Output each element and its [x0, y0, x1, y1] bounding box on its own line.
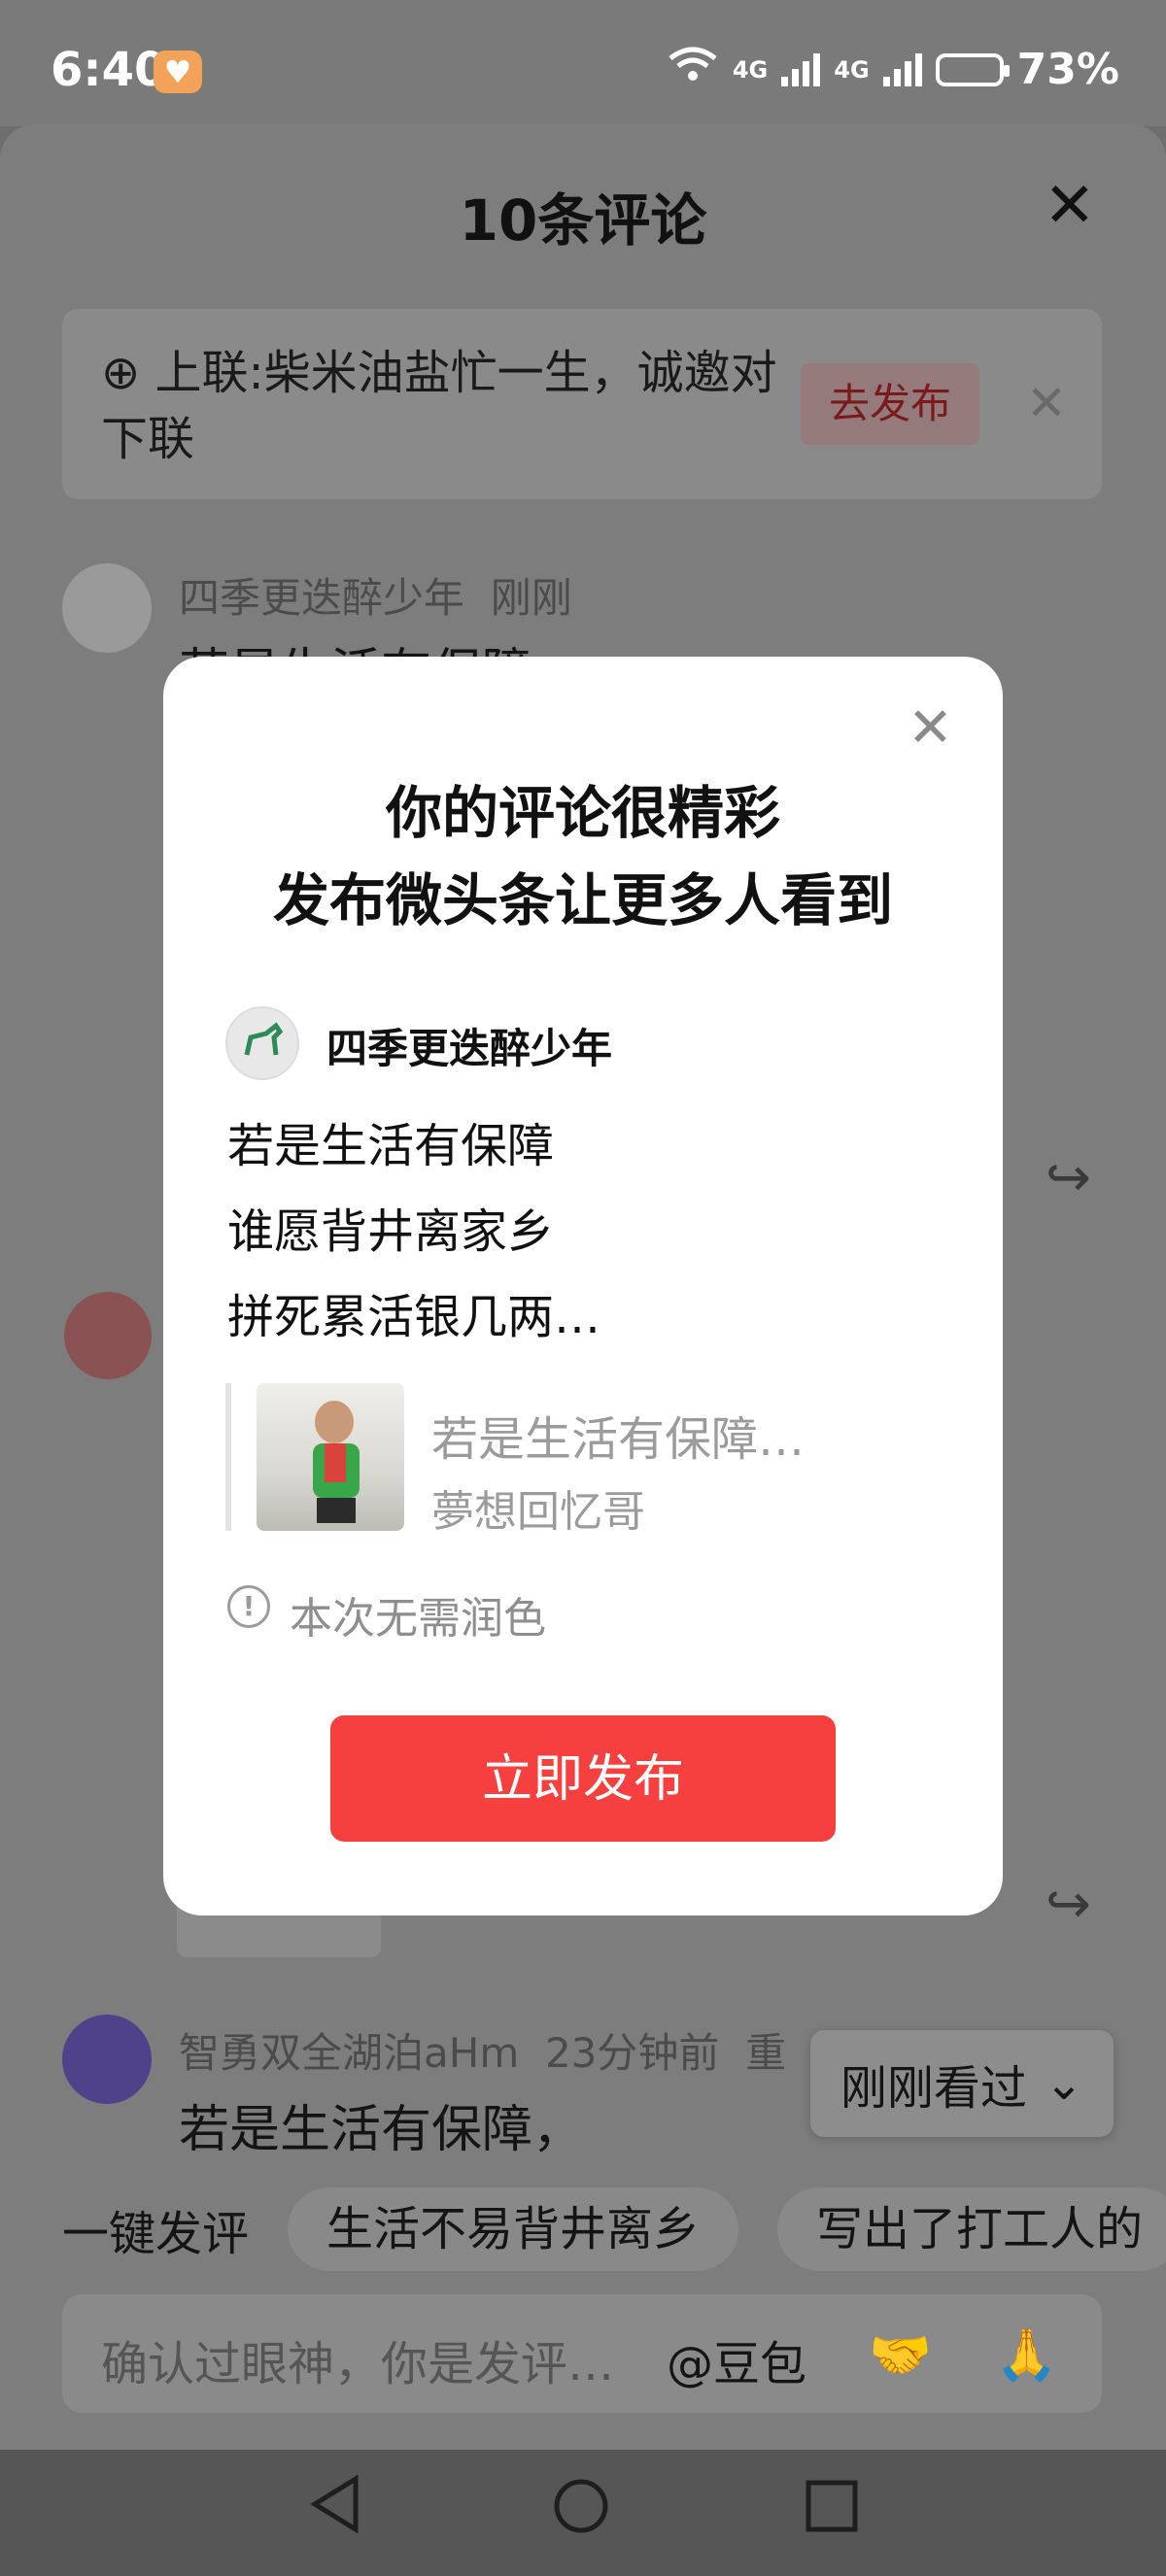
quote-thumbnail: [257, 1383, 404, 1531]
wifi-icon: [667, 45, 719, 94]
home-icon[interactable]: [552, 2477, 610, 2551]
dialog-comment-line: 若是生活有保障: [227, 1119, 555, 1173]
quick-reply-chip[interactable]: 生活不易背井离乡: [288, 2187, 739, 2271]
publish-button[interactable]: 立即发布: [330, 1715, 836, 1842]
network-type-1: 4G: [732, 55, 769, 84]
dialog-subtitle: 发布微头条让更多人看到: [272, 867, 893, 933]
quote-title: 若是生活有保障…: [431, 1412, 806, 1467]
quick-reply-row: 一键发评 生活不易背井离乡 写出了打工人的: [62, 2187, 1166, 2271]
network-type-2: 4G: [834, 55, 870, 84]
info-icon: !: [227, 1585, 270, 1628]
battery-level: 73%: [1016, 45, 1119, 94]
topic-publish-button[interactable]: 去发布: [801, 363, 979, 445]
topic-hash-icon: ⊕: [101, 346, 155, 400]
sheet-title: 10条评论: [459, 187, 707, 254]
quote-divider: [225, 1383, 231, 1531]
signal-icon-2: [882, 52, 922, 86]
topic-text: ⊕ 上联:柴米油盐忙一生，诚邀对下联: [101, 346, 777, 466]
recently-viewed-button[interactable]: 刚刚看过 ⌄: [810, 2030, 1114, 2137]
close-icon[interactable]: ✕: [908, 701, 953, 756]
dialog-username: 四季更迭醉少年: [326, 1025, 613, 1072]
close-icon[interactable]: ✕: [1044, 175, 1096, 237]
app-notification-icon: ♥: [154, 51, 202, 93]
handshake-emoji[interactable]: 🤝: [869, 2325, 932, 2385]
back-icon[interactable]: [307, 2473, 365, 2551]
battery-icon: [935, 52, 1010, 86]
share-icon[interactable]: ↪: [1046, 1146, 1091, 1209]
avatar[interactable]: [62, 563, 152, 653]
comment-meta: 智勇双全湖泊aHm 23分钟前 重: [179, 2029, 787, 2077]
status-time: 6:40: [51, 43, 167, 97]
avatar: [225, 1006, 299, 1080]
avatar[interactable]: [62, 2015, 152, 2104]
dialog-comment-line: 拼死累活银几两…: [227, 1290, 601, 1344]
share-icon[interactable]: ↪: [1046, 1873, 1091, 1936]
pray-emoji[interactable]: 🙏: [995, 2325, 1058, 2385]
comment-text: 若是生活有保障，: [179, 2101, 584, 2159]
recents-icon[interactable]: [803, 2477, 861, 2551]
status-icons: 4G 4G 73%: [667, 45, 1119, 94]
avatar[interactable]: [64, 1292, 152, 1379]
topic-close-icon[interactable]: ✕: [1026, 375, 1067, 431]
dialog-title: 你的评论很精彩: [385, 780, 780, 846]
signal-icon: [781, 52, 821, 86]
quick-reply-label: 一键发评: [62, 2207, 250, 2261]
dialog-comment-line: 谁愿背井离家乡: [227, 1204, 555, 1259]
notice-text: 本次无需润色: [290, 1594, 546, 1644]
quote-author: 夢想回忆哥: [431, 1487, 645, 1537]
mention-button[interactable]: @豆包: [667, 2325, 806, 2393]
chevron-down-icon: ⌄: [1044, 2056, 1084, 2111]
comment-meta: 四季更迭醉少年 刚刚: [179, 574, 572, 622]
quick-reply-chip[interactable]: 写出了打工人的: [777, 2187, 1166, 2271]
comment-input-placeholder: 确认过眼神，你是发评…: [101, 2337, 615, 2391]
